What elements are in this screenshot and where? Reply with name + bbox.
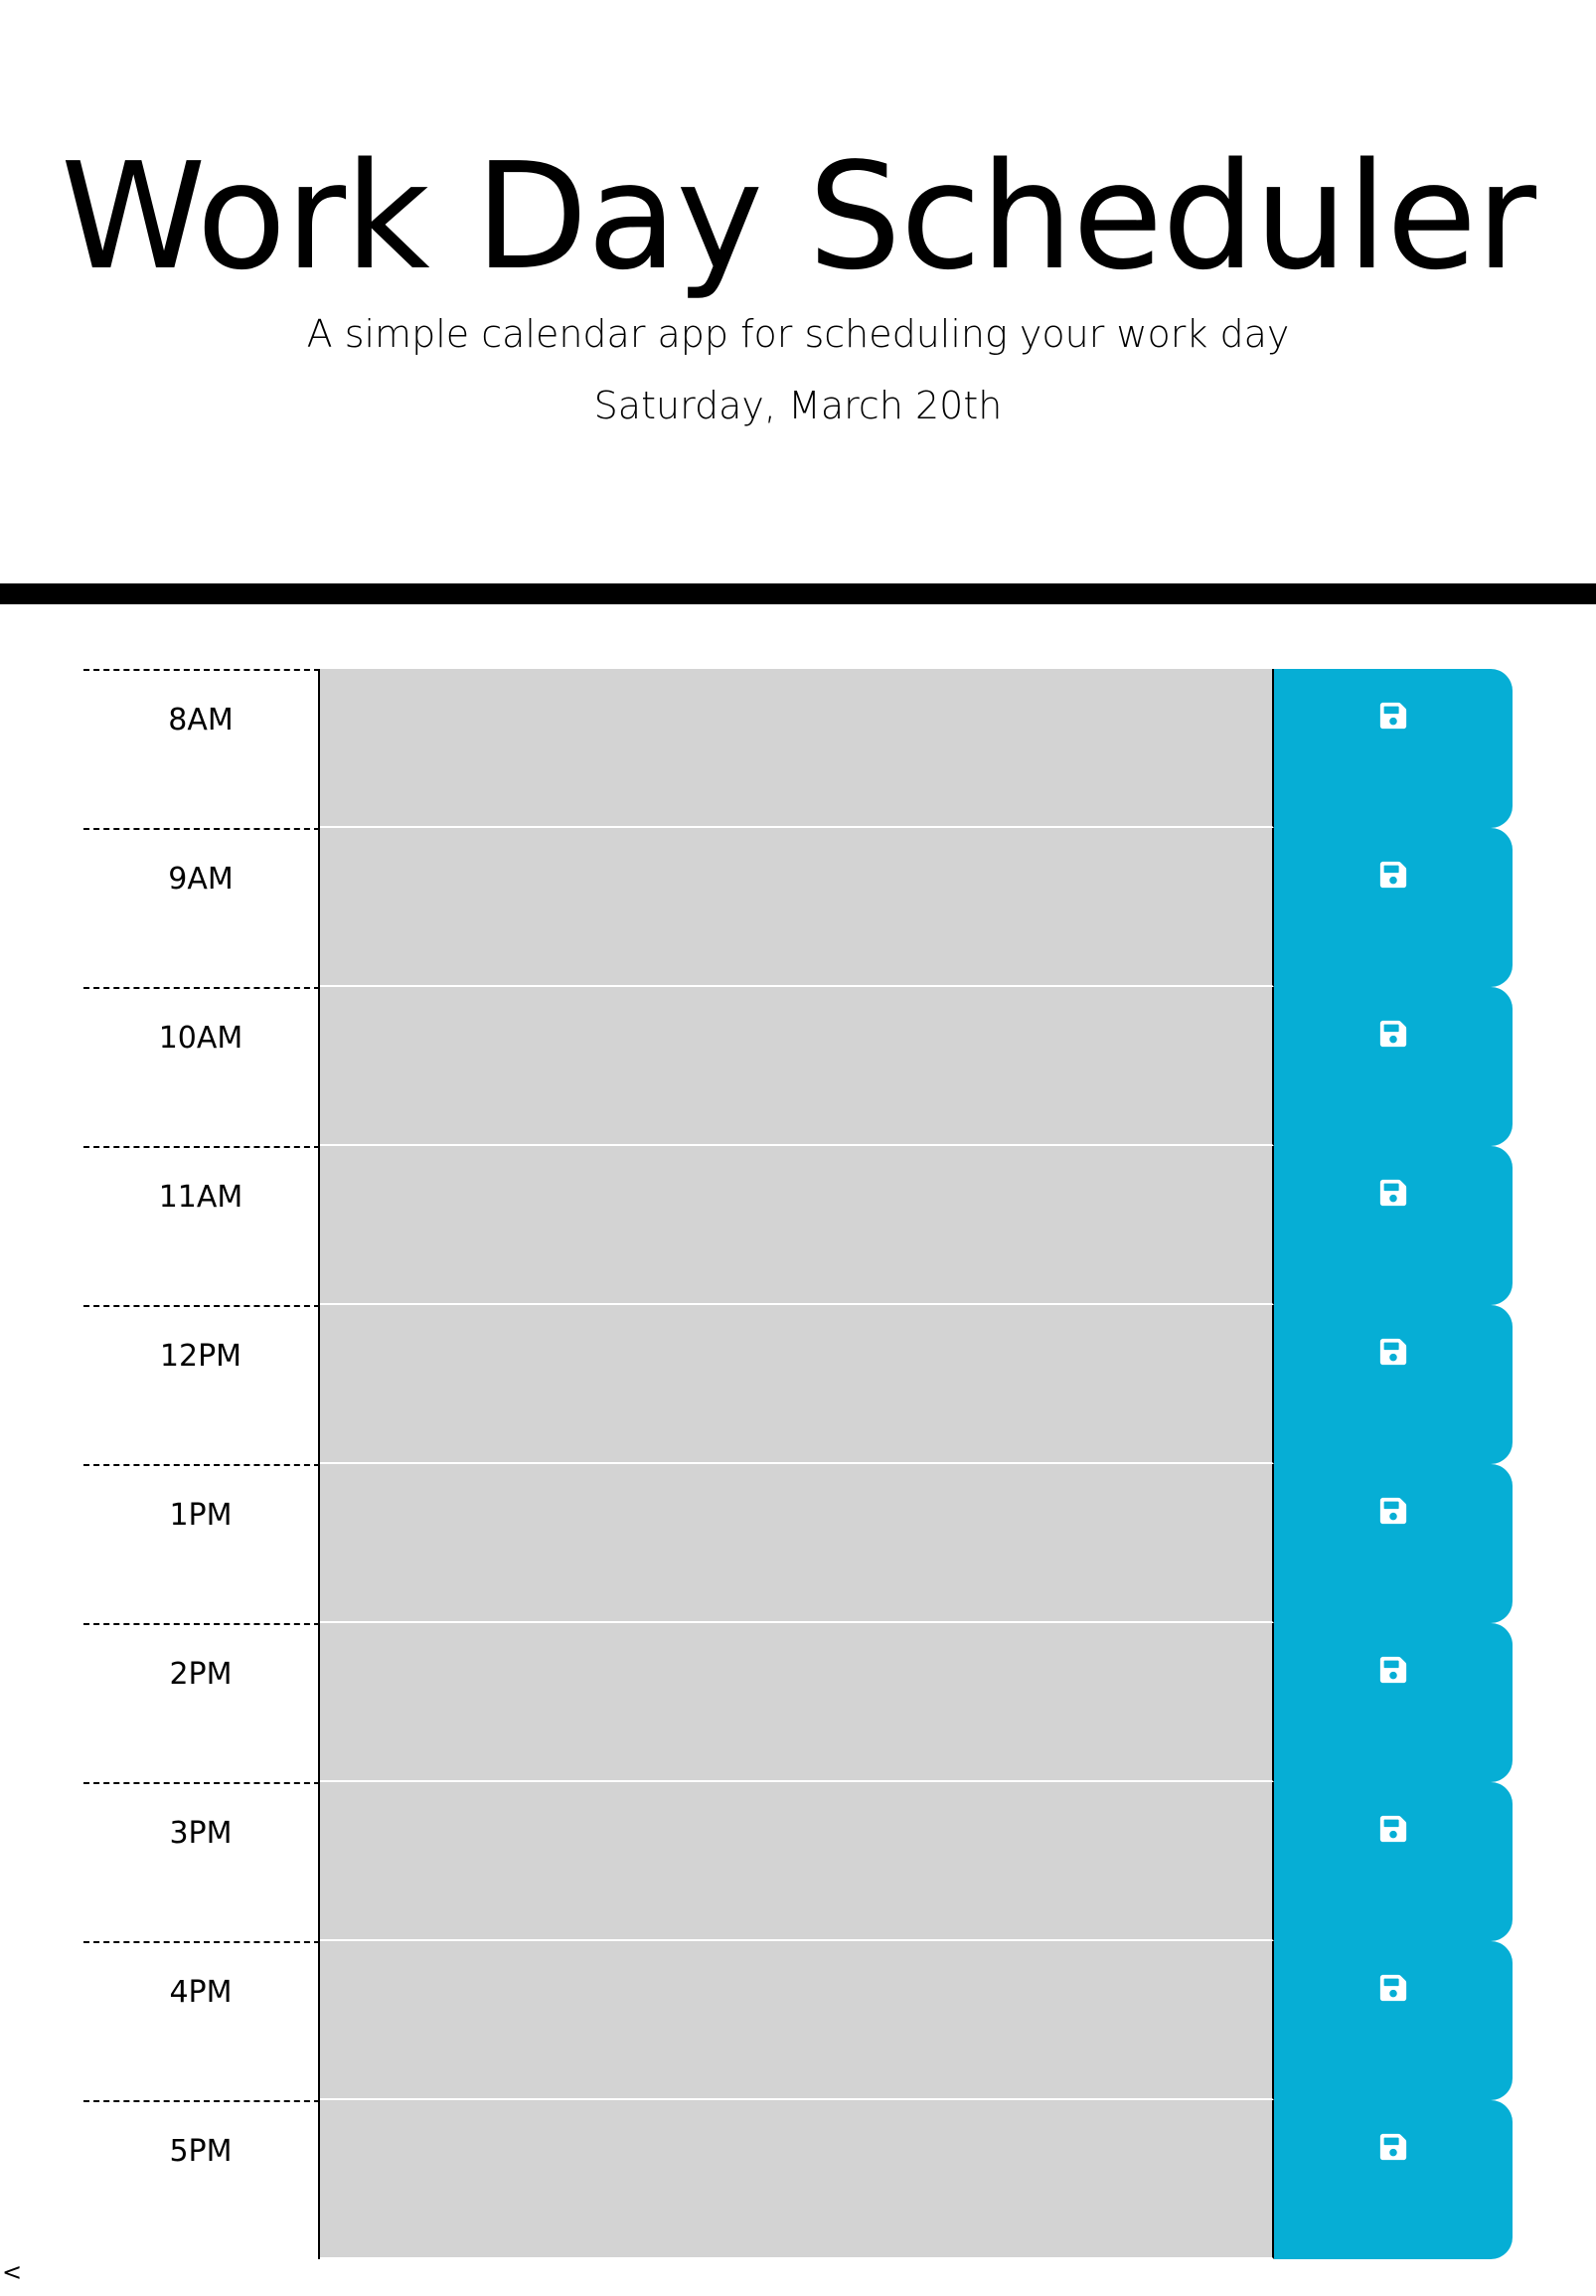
description-input[interactable] [320, 669, 1274, 828]
save-button[interactable] [1274, 828, 1513, 987]
description-input[interactable] [320, 2100, 1274, 2259]
time-block-8am: 8AM [83, 669, 1515, 828]
hour-label: 12PM [83, 1305, 320, 1464]
description-input[interactable] [320, 1305, 1274, 1464]
time-block-5pm: 5PM [83, 2100, 1515, 2259]
time-block-2pm: 2PM [83, 1623, 1515, 1782]
time-block-10am: 10AM [83, 987, 1515, 1146]
time-block-11am: 11AM [83, 1146, 1515, 1305]
hour-label: 2PM [83, 1623, 320, 1782]
time-block-3pm: 3PM [83, 1782, 1515, 1941]
save-button[interactable] [1274, 1941, 1513, 2100]
time-block-4pm: 4PM [83, 1941, 1515, 2100]
description-input[interactable] [320, 1623, 1274, 1782]
jumbotron-header: Work Day Scheduler A simple calendar app… [0, 0, 1596, 583]
time-block-1pm: 1PM [83, 1464, 1515, 1623]
floppy-disk-icon [1379, 1656, 1407, 1684]
hour-label: 1PM [83, 1464, 320, 1623]
save-button[interactable] [1274, 987, 1513, 1146]
floppy-disk-icon [1379, 1020, 1407, 1048]
time-block-9am: 9AM [83, 828, 1515, 987]
description-input[interactable] [320, 1464, 1274, 1623]
floppy-disk-icon [1379, 1497, 1407, 1525]
description-input[interactable] [320, 828, 1274, 987]
hour-label: 5PM [83, 2100, 320, 2259]
stray-character: < [2, 2258, 23, 2286]
description-input[interactable] [320, 987, 1274, 1146]
current-day: Saturday, March 20th [593, 384, 1003, 427]
save-button[interactable] [1274, 669, 1513, 828]
hour-label: 4PM [83, 1941, 320, 2100]
save-button[interactable] [1274, 1623, 1513, 1782]
save-button[interactable] [1274, 1782, 1513, 1941]
floppy-disk-icon [1379, 1815, 1407, 1843]
hour-label: 9AM [83, 828, 320, 987]
description-input[interactable] [320, 1146, 1274, 1305]
time-block-12pm: 12PM [83, 1305, 1515, 1464]
floppy-disk-icon [1379, 1974, 1407, 2002]
floppy-disk-icon [1379, 861, 1407, 889]
save-button[interactable] [1274, 1305, 1513, 1464]
save-button[interactable] [1274, 1464, 1513, 1623]
floppy-disk-icon [1379, 702, 1407, 730]
hour-label: 8AM [83, 669, 320, 828]
description-input[interactable] [320, 1782, 1274, 1941]
description-input[interactable] [320, 1941, 1274, 2100]
floppy-disk-icon [1379, 1179, 1407, 1207]
hour-label: 3PM [83, 1782, 320, 1941]
page-title: Work Day Scheduler [60, 131, 1536, 302]
header-divider [0, 583, 1596, 604]
hour-label: 10AM [83, 987, 320, 1146]
schedule-container: 8AM 9AM 10AM 11AM 12PM 1PM 2PM 3PM 4PM 5… [83, 669, 1515, 2259]
floppy-disk-icon [1379, 1338, 1407, 1366]
floppy-disk-icon [1379, 2133, 1407, 2161]
save-button[interactable] [1274, 1146, 1513, 1305]
page-subtitle: A simple calendar app for scheduling you… [306, 312, 1290, 356]
hour-label: 11AM [83, 1146, 320, 1305]
save-button[interactable] [1274, 2100, 1513, 2259]
